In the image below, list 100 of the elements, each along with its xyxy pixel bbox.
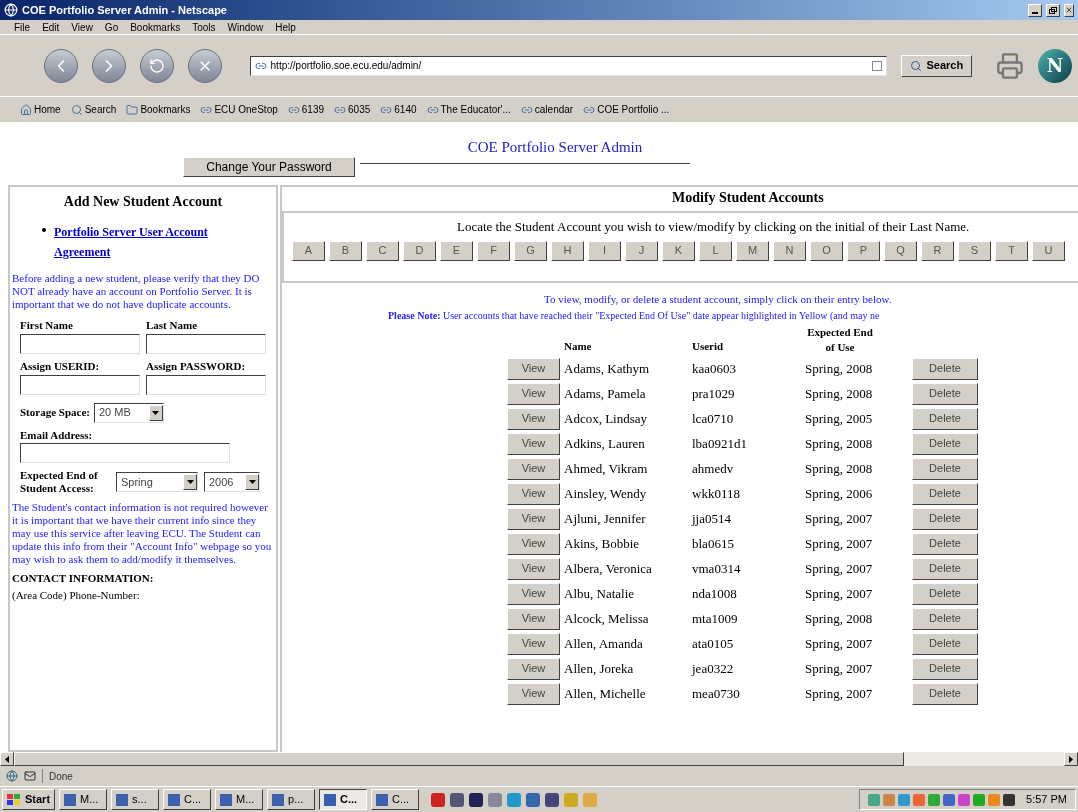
- letter-button[interactable]: N: [773, 240, 806, 261]
- bookmark-item[interactable]: Home: [20, 102, 61, 117]
- taskbar-button[interactable]: C...: [371, 789, 420, 810]
- taskbar-button[interactable]: M...: [215, 789, 264, 810]
- term-select[interactable]: Spring: [116, 472, 198, 492]
- menu-item[interactable]: Bookmarks: [130, 19, 181, 35]
- menu-item[interactable]: Edit: [42, 19, 60, 35]
- close-button[interactable]: [1064, 3, 1074, 17]
- delete-button[interactable]: Delete: [912, 482, 978, 505]
- delete-button[interactable]: Delete: [912, 507, 978, 530]
- letter-button[interactable]: E: [440, 240, 473, 261]
- view-button[interactable]: View: [507, 657, 560, 680]
- letter-button[interactable]: L: [699, 240, 732, 261]
- letter-button[interactable]: P: [847, 240, 880, 261]
- forward-button[interactable]: [91, 48, 126, 83]
- delete-button[interactable]: Delete: [912, 532, 978, 555]
- scrollbar-thumb[interactable]: [14, 752, 904, 766]
- view-button[interactable]: View: [507, 382, 560, 405]
- delete-button[interactable]: Delete: [912, 557, 978, 580]
- quick-launch-icon[interactable]: [545, 792, 560, 807]
- delete-button[interactable]: Delete: [912, 357, 978, 380]
- menu-item[interactable]: Go: [104, 19, 119, 35]
- delete-button[interactable]: Delete: [912, 582, 978, 605]
- letter-button[interactable]: G: [514, 240, 547, 261]
- menu-item[interactable]: Window: [227, 19, 264, 35]
- text-field[interactable]: [146, 374, 266, 395]
- menu-item[interactable]: View: [71, 19, 93, 35]
- reload-button[interactable]: [139, 48, 174, 83]
- view-button[interactable]: View: [507, 557, 560, 580]
- quick-launch-icon[interactable]: [450, 792, 465, 807]
- bookmark-item[interactable]: COE Portfolio ...: [583, 102, 670, 117]
- stop-button[interactable]: [187, 48, 222, 83]
- menu-item[interactable]: Help: [275, 19, 296, 35]
- printer-icon[interactable]: [996, 51, 1025, 80]
- bookmark-item[interactable]: ECU OneStop: [200, 102, 278, 117]
- delete-button[interactable]: Delete: [912, 607, 978, 630]
- view-button[interactable]: View: [507, 632, 560, 655]
- view-button[interactable]: View: [507, 482, 560, 505]
- view-button[interactable]: View: [507, 507, 560, 530]
- letter-button[interactable]: S: [958, 240, 991, 261]
- taskbar-button[interactable]: s...: [111, 789, 160, 810]
- email-field[interactable]: [20, 443, 230, 463]
- menu-item[interactable]: File: [14, 19, 31, 35]
- change-password-button[interactable]: Change Your Password: [183, 157, 355, 177]
- letter-button[interactable]: I: [588, 240, 621, 261]
- letter-button[interactable]: J: [625, 240, 658, 261]
- letter-button[interactable]: Q: [884, 240, 917, 261]
- letter-button[interactable]: H: [551, 240, 584, 261]
- view-button[interactable]: View: [507, 607, 560, 630]
- address-field[interactable]: http://portfolio.soe.ecu.edu/admin/: [249, 55, 888, 76]
- storage-select[interactable]: 20 MB: [93, 402, 164, 423]
- view-button[interactable]: View: [507, 582, 560, 605]
- bookmark-item[interactable]: calendar: [520, 102, 574, 117]
- view-button[interactable]: View: [507, 407, 560, 430]
- bookmark-item[interactable]: Search: [70, 102, 117, 117]
- bookmark-item[interactable]: 6035: [334, 102, 371, 117]
- agreement-link[interactable]: Portfolio Server User Account Agreement: [54, 222, 234, 262]
- letter-button[interactable]: O: [810, 240, 843, 261]
- year-select[interactable]: 2006: [204, 472, 260, 492]
- bookmark-item[interactable]: The Educator'...: [426, 102, 511, 117]
- view-button[interactable]: View: [507, 432, 560, 455]
- letter-button[interactable]: F: [477, 240, 510, 261]
- text-field[interactable]: [146, 333, 266, 354]
- letter-button[interactable]: T: [995, 240, 1028, 261]
- delete-button[interactable]: Delete: [912, 682, 978, 705]
- mail-icon[interactable]: [24, 770, 36, 782]
- text-field[interactable]: [20, 374, 140, 395]
- letter-button[interactable]: K: [662, 240, 695, 261]
- delete-button[interactable]: Delete: [912, 432, 978, 455]
- tray-icon[interactable]: [1003, 793, 1016, 806]
- taskbar-button[interactable]: C...: [163, 789, 212, 810]
- taskbar-button[interactable]: M...: [59, 789, 108, 810]
- view-button[interactable]: View: [507, 532, 560, 555]
- letter-button[interactable]: D: [403, 240, 436, 261]
- delete-button[interactable]: Delete: [912, 632, 978, 655]
- minimize-button[interactable]: [1028, 3, 1042, 17]
- view-button[interactable]: View: [507, 457, 560, 480]
- view-button[interactable]: View: [507, 357, 560, 380]
- delete-button[interactable]: Delete: [912, 457, 978, 480]
- letter-button[interactable]: B: [329, 240, 362, 261]
- bookmark-item[interactable]: Bookmarks: [126, 102, 191, 117]
- delete-button[interactable]: Delete: [912, 657, 978, 680]
- letter-button[interactable]: R: [921, 240, 954, 261]
- menu-item[interactable]: Tools: [192, 19, 216, 35]
- letter-button[interactable]: M: [736, 240, 769, 261]
- search-button[interactable]: Search: [901, 54, 973, 77]
- text-field[interactable]: [20, 333, 140, 354]
- netscape-logo[interactable]: N: [1038, 48, 1072, 83]
- quick-launch-icon[interactable]: [469, 792, 484, 807]
- horizontal-scrollbar[interactable]: [0, 752, 1078, 766]
- bookmark-item[interactable]: 6140: [380, 102, 417, 117]
- letter-button[interactable]: A: [292, 240, 325, 261]
- globe-icon[interactable]: [6, 770, 18, 782]
- scroll-left-button[interactable]: [0, 752, 14, 766]
- letter-button[interactable]: U: [1032, 240, 1065, 261]
- taskbar-button[interactable]: C...: [319, 789, 368, 810]
- view-button[interactable]: View: [507, 682, 560, 705]
- start-button[interactable]: Start: [2, 789, 56, 810]
- maximize-button[interactable]: [1046, 3, 1060, 17]
- back-button[interactable]: [44, 48, 78, 83]
